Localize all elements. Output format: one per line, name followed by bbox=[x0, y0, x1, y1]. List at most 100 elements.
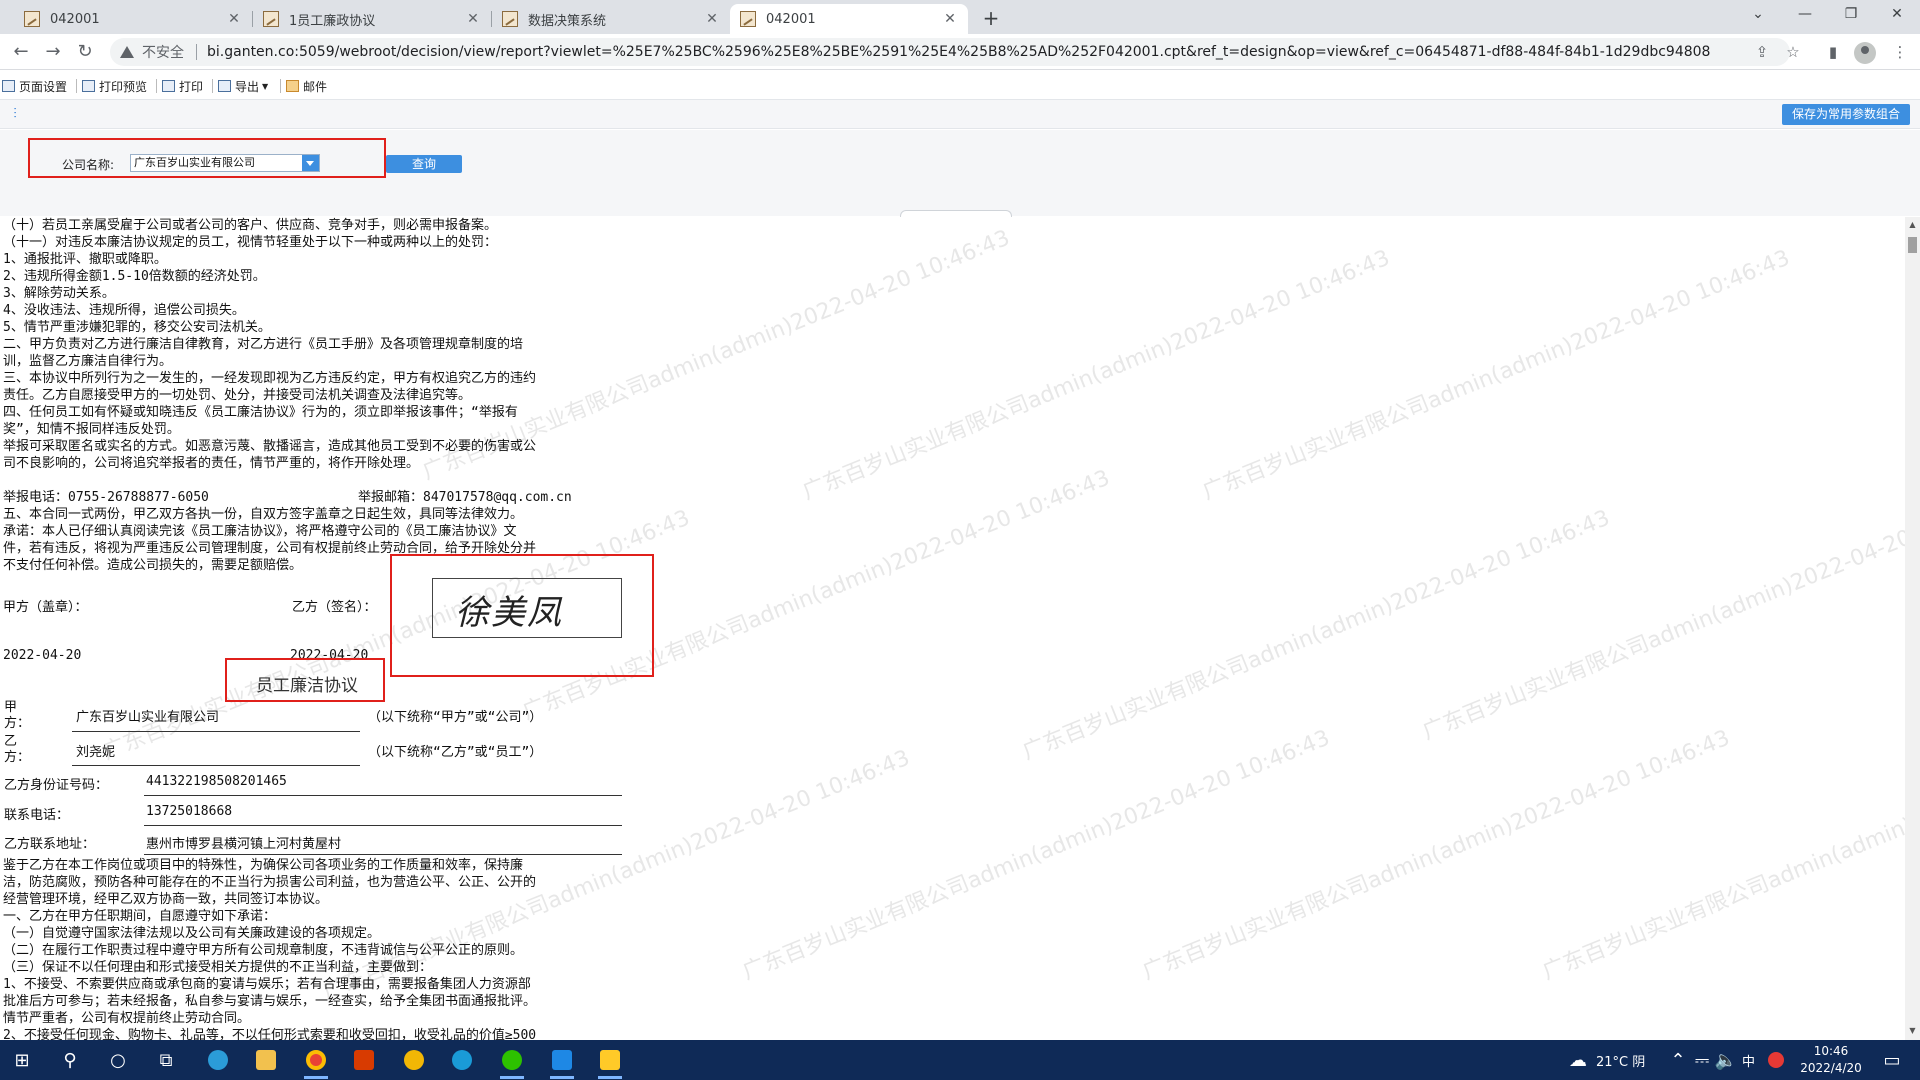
mail-icon bbox=[286, 80, 299, 92]
side-panel-icon[interactable]: ▮ bbox=[1823, 42, 1843, 62]
report-favicon-icon bbox=[740, 11, 756, 27]
party-b-sign-label: 乙方（签名）： bbox=[292, 600, 377, 615]
clause-line: 三、本协议中所列行为之一发生的，一经发现即视为乙方违反约定，甲方有权追究乙方的违… bbox=[3, 371, 537, 386]
parameter-bar: ⫶ 保存为常用参数组合 bbox=[0, 99, 1920, 129]
clause-line: 批准后方可参与；若未经报备，私自参与宴请与娱乐，一经查实，给予全集团书面通报批评… bbox=[3, 994, 537, 1009]
export-button[interactable]: 导出 ▼ bbox=[218, 77, 268, 95]
cortana-icon[interactable]: ○ bbox=[104, 1046, 132, 1074]
security-label: 不安全 bbox=[142, 45, 184, 61]
reload-icon[interactable]: ↻ bbox=[72, 39, 98, 65]
clause-line: 1、通报批评、撤职或降职。 bbox=[3, 252, 167, 267]
party-a-name: 广东百岁山实业有限公司 bbox=[76, 710, 220, 725]
print-preview-button[interactable]: 打印预览 bbox=[82, 77, 147, 95]
back-arrow-icon[interactable]: ← bbox=[8, 39, 34, 65]
highlight-box-company bbox=[28, 138, 386, 178]
system-clock[interactable]: 10:46 2022/4/20 bbox=[1790, 1043, 1872, 1077]
tab-search-chevron-icon[interactable]: ⌄ bbox=[1735, 0, 1781, 30]
search-app-icon[interactable] bbox=[448, 1046, 476, 1074]
forward-arrow-icon[interactable]: → bbox=[40, 39, 66, 65]
close-icon[interactable]: ✕ bbox=[226, 11, 242, 27]
report-favicon-icon bbox=[24, 11, 40, 27]
clause-line: 司不良影响的，公司将追究举报者的责任，情节严重的，将作开除处理。 bbox=[3, 456, 420, 471]
filter-sliders-icon[interactable]: ⫶ bbox=[6, 105, 24, 123]
scroll-up-icon[interactable]: ▲ bbox=[1908, 221, 1917, 229]
clause-line: 二、甲方负责对乙方进行廉洁自律教育，对乙方进行《员工手册》及各项管理规章制度的培 bbox=[3, 337, 524, 352]
clause-line: 3、解除劳动关系。 bbox=[3, 286, 115, 301]
report-email: 举报邮箱：847017578@qq.com.cn bbox=[358, 490, 572, 505]
dropdown-arrow-icon: ▼ bbox=[262, 81, 269, 91]
notification-icon[interactable]: ▭ bbox=[1878, 1046, 1906, 1074]
chat-app-icon[interactable] bbox=[400, 1046, 428, 1074]
page-setup-icon bbox=[2, 80, 15, 92]
mail-button[interactable]: 邮件 bbox=[286, 77, 327, 95]
close-icon[interactable]: ✕ bbox=[942, 11, 958, 27]
watermark: 广东百岁山实业有限公司admin(admin)2022-04-20 10:46:… bbox=[799, 245, 1394, 506]
restore-button[interactable]: ❐ bbox=[1828, 0, 1874, 30]
clause-line: （三）保证不以任何理由和形式接受相关方提供的不正当利益，主要做到： bbox=[3, 960, 433, 975]
highlight-box-title bbox=[225, 658, 385, 702]
address-value: 惠州市博罗县横河镇上河村黄屋村 bbox=[146, 837, 342, 852]
file-explorer-icon[interactable] bbox=[252, 1046, 280, 1074]
underline bbox=[144, 795, 622, 796]
office-icon[interactable] bbox=[350, 1046, 378, 1074]
clause-line: 2、违规所得金额1.5-10倍数额的经济处罚。 bbox=[3, 269, 266, 284]
url-text: bi.ganten.co:5059/webroot/decision/view/… bbox=[207, 44, 1711, 60]
clause-line: 训，监督乙方廉洁自律行为。 bbox=[3, 354, 173, 369]
scroll-down-icon[interactable]: ▼ bbox=[1908, 1027, 1917, 1035]
date-party-a: 2022-04-20 bbox=[3, 648, 82, 663]
watermark: 广东百岁山实业有限公司admin(admin)2022-04-20 10:46:… bbox=[1419, 486, 1905, 746]
query-button[interactable]: 查询 bbox=[386, 155, 462, 173]
clause-line: （一）自觉遵守国家法律法规以及公司有关廉政建设的各项规定。 bbox=[3, 926, 381, 941]
report-content: 广东百岁山实业有限公司admin(admin)2022-04-20 10:46:… bbox=[0, 217, 1905, 1040]
browser-tab-strip: 042001 ✕ 1员工廉政协议 ✕ 数据决策系统 ✕ 042001 ✕ + ⌄… bbox=[0, 0, 1920, 34]
close-icon[interactable]: ✕ bbox=[465, 11, 481, 27]
weather-text[interactable]: 21°C 阴 bbox=[1596, 1051, 1645, 1070]
weather-cloud-icon[interactable]: ☁ bbox=[1564, 1046, 1592, 1074]
editor-app-icon[interactable] bbox=[548, 1046, 576, 1079]
windows-start-icon[interactable]: ⊞ bbox=[8, 1046, 36, 1074]
address-label: 乙方联系地址： bbox=[4, 837, 96, 852]
export-icon bbox=[218, 80, 231, 92]
tab-integrity-agreement[interactable]: 1员工廉政协议 ✕ bbox=[253, 4, 491, 34]
folder-app-icon[interactable] bbox=[596, 1046, 624, 1079]
close-icon[interactable]: ✕ bbox=[704, 11, 720, 27]
page-setup-button[interactable]: 页面设置 bbox=[2, 77, 67, 95]
tab-decision-system[interactable]: 数据决策系统 ✕ bbox=[492, 4, 730, 34]
tab-title: 1员工廉政协议 bbox=[289, 13, 376, 29]
scrollbar-thumb[interactable] bbox=[1908, 237, 1917, 253]
clock-time: 10:46 bbox=[1813, 1044, 1849, 1058]
party-b-note: （以下统称“乙方”或“员工”） bbox=[368, 745, 543, 760]
print-button[interactable]: 打印 bbox=[162, 77, 203, 95]
menu-kebab-icon[interactable]: ⋮ bbox=[1890, 42, 1910, 62]
report-scrollbar[interactable]: ▲ ▼ bbox=[1905, 217, 1920, 1040]
toolbar-divider bbox=[156, 79, 157, 93]
clause-line: 情节严重者，公司有权提前终止劳动合同。 bbox=[3, 1011, 251, 1026]
new-tab-button[interactable]: + bbox=[978, 6, 1004, 32]
address-bar[interactable]: 不安全 bi.ganten.co:5059/webroot/decision/v… bbox=[110, 38, 1790, 66]
underline bbox=[72, 765, 360, 766]
watermark: 广东百岁山实业有限公司admin(admin)2022-04-20 10:46:… bbox=[739, 725, 1334, 986]
share-icon[interactable]: ⇪ bbox=[1752, 42, 1772, 62]
search-icon[interactable]: ⚲ bbox=[56, 1046, 84, 1074]
save-param-combo-button[interactable]: 保存为常用参数组合 bbox=[1782, 104, 1910, 125]
tab-042001-first[interactable]: 042001 ✕ bbox=[14, 4, 252, 34]
ime-indicator[interactable]: 中 bbox=[1742, 1051, 1755, 1070]
underline bbox=[144, 825, 622, 826]
profile-avatar[interactable] bbox=[1854, 42, 1876, 64]
volume-icon[interactable]: 🔈 bbox=[1712, 1046, 1740, 1074]
sogou-input-icon[interactable] bbox=[1762, 1046, 1790, 1074]
chrome-browser-icon[interactable] bbox=[302, 1046, 330, 1079]
id-label: 乙方身份证号码： bbox=[4, 778, 109, 793]
task-view-icon[interactable]: ⧉ bbox=[152, 1046, 180, 1074]
bookmark-star-icon[interactable]: ☆ bbox=[1783, 42, 1803, 62]
edge-browser-icon[interactable] bbox=[204, 1046, 232, 1074]
minimize-button[interactable]: — bbox=[1782, 0, 1828, 30]
tab-042001-active[interactable]: 042001 ✕ bbox=[730, 4, 968, 34]
wechat-icon[interactable] bbox=[498, 1046, 526, 1079]
clause-line: 一、乙方在甲方任职期间，自愿遵守如下承诺： bbox=[3, 909, 277, 924]
report-favicon-icon bbox=[502, 11, 518, 27]
watermark: 广东百岁山实业有限公司admin(admin)2022-04-20 10:46:… bbox=[1139, 725, 1734, 986]
party-b-name: 刘尧妮 bbox=[76, 745, 116, 760]
close-window-button[interactable]: ✕ bbox=[1874, 0, 1920, 30]
printer-icon bbox=[162, 80, 175, 92]
